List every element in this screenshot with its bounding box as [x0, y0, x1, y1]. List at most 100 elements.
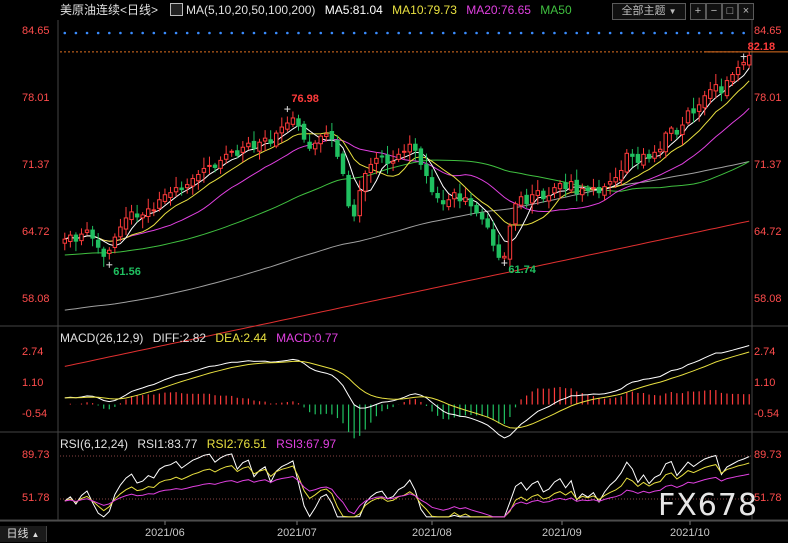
candle — [68, 234, 73, 242]
candle — [413, 143, 418, 151]
rsi2-value: RSI2:76.51 — [206, 437, 267, 451]
signal-dot — [330, 31, 334, 35]
y-tick-label-right: 64.72 — [754, 225, 782, 238]
candle — [702, 95, 707, 109]
macd-dea: DEA:2.44 — [215, 331, 267, 345]
signal-dot — [519, 31, 523, 35]
candle — [713, 84, 719, 92]
candle — [235, 150, 240, 156]
candle — [585, 187, 591, 192]
period-tab[interactable]: 日线 ▲ — [0, 526, 47, 542]
signal-dot — [163, 31, 167, 35]
candle — [251, 140, 257, 149]
maximize-icon[interactable]: □ — [722, 3, 738, 20]
ma20-line — [64, 107, 750, 242]
candle — [107, 249, 112, 254]
signal-dot — [497, 31, 501, 35]
candle — [468, 198, 474, 207]
close-icon[interactable]: × — [738, 3, 754, 20]
macd-dea-line — [64, 351, 750, 429]
candle — [696, 104, 702, 112]
candle — [357, 190, 362, 217]
ma10-line — [64, 80, 750, 242]
signal-dot — [441, 31, 445, 35]
rsi-y-tick-right: 89.73 — [754, 448, 782, 461]
signal-dot — [241, 31, 245, 35]
candle — [719, 86, 724, 94]
candle — [491, 229, 496, 246]
candle — [118, 226, 123, 238]
ma20-value: MA20:76.65 — [466, 3, 531, 17]
candle — [619, 169, 624, 181]
symbol-label[interactable]: 美原油连续 — [60, 3, 120, 17]
period-tab-label: 日线 — [6, 528, 29, 540]
triangle-up-icon: ▲ — [31, 530, 40, 539]
add-indicator-icon[interactable]: + — [690, 3, 706, 20]
macd-y-tick-left: 2.74 — [22, 345, 44, 358]
ma100-line — [64, 161, 750, 311]
signal-dot — [708, 31, 712, 35]
candle — [184, 184, 190, 189]
candle — [613, 177, 618, 183]
candle — [168, 192, 173, 198]
signal-dot — [397, 31, 400, 35]
signal-dot — [263, 31, 267, 35]
candle — [262, 137, 268, 142]
annotation-label: 76.98 — [291, 93, 319, 106]
macd-diff-line — [64, 345, 750, 439]
candle — [474, 204, 479, 214]
candle — [101, 248, 106, 257]
signal-dot — [252, 31, 256, 35]
candle — [574, 179, 579, 195]
signal-dot — [230, 31, 234, 35]
candle — [146, 208, 151, 217]
x-tick-label: 2021/09 — [542, 527, 582, 539]
macd-y-tick-right: -0.54 — [754, 407, 780, 420]
rsi-y-tick-left: 51.78 — [22, 491, 50, 504]
candle — [418, 148, 424, 165]
candle — [218, 159, 223, 169]
signal-dot — [274, 31, 278, 35]
candle — [296, 118, 301, 127]
candle — [140, 214, 145, 219]
signal-dot — [297, 31, 300, 35]
candle — [318, 135, 323, 145]
candle — [652, 151, 657, 159]
theme-select[interactable]: 全部主题 ▼ — [612, 3, 686, 20]
candle — [307, 141, 312, 149]
candle — [79, 233, 84, 242]
candle — [290, 117, 296, 125]
annotation-label: 61.74 — [508, 263, 536, 276]
signal-dot — [653, 31, 656, 35]
candle — [173, 187, 179, 193]
candle — [641, 153, 646, 166]
macd-y-tick-right: 2.74 — [754, 345, 776, 358]
candle — [401, 150, 407, 153]
candle — [196, 174, 201, 182]
candle — [657, 148, 663, 153]
annotation-label: 61.56 — [113, 265, 141, 278]
macd-value: MACD:0.77 — [276, 331, 339, 345]
candle — [463, 197, 468, 202]
rsi3-value: RSI3:67.97 — [276, 437, 337, 451]
period-label[interactable]: <日线> — [120, 3, 158, 17]
candle — [513, 203, 518, 225]
candle — [112, 236, 118, 248]
signal-dot — [130, 31, 133, 35]
candle — [390, 160, 396, 164]
minimize-icon[interactable]: − — [706, 3, 722, 20]
signal-dot — [675, 31, 679, 35]
rsi-y-tick-right: 51.78 — [754, 491, 782, 504]
theme-select-label: 全部主题 — [621, 5, 666, 17]
signal-dot — [63, 31, 67, 35]
signal-dot — [742, 31, 745, 35]
candle — [301, 123, 307, 140]
y-tick-label-left: 84.65 — [22, 24, 50, 37]
candle — [674, 129, 680, 135]
candle — [446, 199, 451, 208]
x-tick-label: 2021/06 — [145, 527, 185, 539]
candle — [730, 74, 735, 83]
candle — [396, 153, 401, 160]
ma10-value: MA10:79.73 — [392, 3, 457, 17]
candle — [346, 174, 351, 207]
